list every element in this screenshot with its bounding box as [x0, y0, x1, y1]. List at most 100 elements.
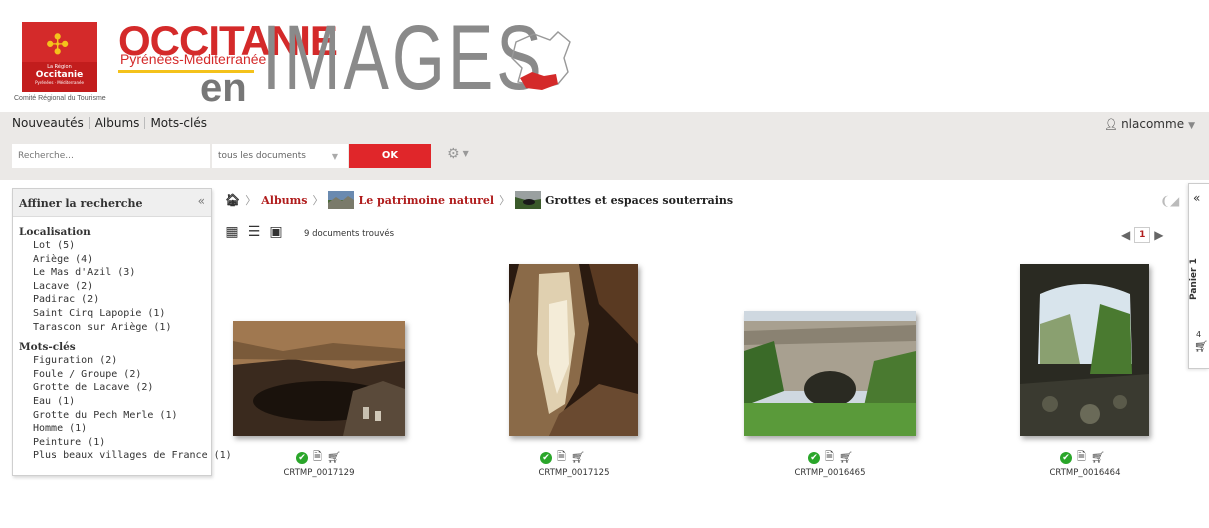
add-to-cart-icon[interactable]: 🛒︎	[571, 451, 585, 464]
chevron-right-icon: 〉	[245, 194, 257, 207]
facet-item[interactable]: Plus beaux villages de France (1)	[19, 449, 232, 463]
view-mode-toolbar: ▦ ☰ ▣	[224, 224, 284, 240]
emblem-line2: Occitanie	[35, 70, 84, 80]
emblem-line3: Pyrénées · Méditerranée	[35, 80, 84, 85]
facet-item[interactable]: Padirac (2)	[19, 293, 211, 307]
user-menu[interactable]: 👤︎ nlacomme ▼	[1104, 117, 1195, 131]
slideshow-icon[interactable]: ▣	[268, 224, 284, 240]
crt-label: Comité Régional du Tourisme	[14, 95, 106, 102]
document-actions: ✔ 🗎 🛒︎	[1060, 448, 1105, 467]
document-actions: ✔ 🗎 🛒︎	[808, 448, 853, 467]
document-info-icon[interactable]: 🗎	[1077, 448, 1086, 467]
document-id: CRTMP_0016465	[794, 468, 866, 478]
album-thumbnail	[328, 191, 355, 209]
collapse-panel-button[interactable]: «	[198, 194, 205, 208]
facet-title: Localisation	[19, 226, 91, 238]
check-icon: ✔	[1060, 451, 1072, 464]
document-actions: ✔ 🗎 🛒︎	[296, 448, 341, 467]
document-thumbnail[interactable]	[744, 311, 916, 436]
user-icon: 👤︎	[1104, 118, 1119, 131]
results-count: 9 documents trouvés	[304, 229, 395, 239]
document-id: CRTMP_0016464	[1049, 468, 1121, 478]
scope-value: tous les documents	[218, 151, 306, 161]
refine-search-title: Affiner la recherche	[19, 197, 143, 210]
chevron-down-icon: ▼	[462, 149, 469, 158]
facet-item[interactable]: Peinture (1)	[19, 436, 211, 450]
chevron-right-icon: 〉	[312, 194, 324, 207]
search-options-menu[interactable]: ⚙ ▼	[447, 146, 469, 162]
expand-cart-button[interactable]: «	[1193, 191, 1200, 205]
cave-photo	[233, 321, 405, 436]
facet-localisation: Localisation Lot (5) Ariège (4) Le Mas d…	[13, 225, 211, 334]
search-ok-button[interactable]: OK	[349, 144, 431, 168]
breadcrumb-current: Grottes et espaces souterrains	[545, 193, 734, 207]
document-id: CRTMP_0017129	[283, 468, 355, 478]
facet-item[interactable]: Lot (5)	[19, 239, 211, 253]
pagination: ◀ 1 ▶	[1121, 227, 1163, 243]
prev-page-icon[interactable]: ◀	[1121, 228, 1130, 242]
grid-view-icon[interactable]: ▦	[224, 224, 240, 240]
breadcrumb: 🏠︎ 〉 Albums 〉 Le patrimoine naturel 〉 Gr…	[225, 191, 733, 209]
nav-nouveautes[interactable]: Nouveautés	[12, 116, 84, 130]
facet-item[interactable]: Lacave (2)	[19, 280, 211, 294]
facet-item[interactable]: Grotte du Pech Merle (1)	[19, 409, 211, 423]
refine-search-header: Affiner la recherche «	[13, 189, 211, 217]
emblem-line1: La Région	[47, 64, 72, 70]
nav-albums[interactable]: Albums	[95, 116, 140, 130]
check-icon: ✔	[540, 451, 552, 464]
occitan-cross-icon: ✣	[46, 28, 70, 61]
facet-title: Mots-clés	[19, 341, 76, 354]
rss-icon[interactable]: ❨◢	[1160, 194, 1179, 208]
facet-item[interactable]: Eau (1)	[19, 395, 211, 409]
document-info-icon[interactable]: 🗎	[313, 448, 322, 467]
facet-item[interactable]: Homme (1)	[19, 422, 211, 436]
cart-icon: 🛒︎	[1194, 340, 1208, 353]
refine-search-panel: Affiner la recherche « Localisation Lot …	[12, 188, 232, 476]
facet-item[interactable]: Ariège (4)	[19, 253, 211, 267]
document-info-icon[interactable]: 🗎	[825, 448, 834, 467]
document-thumbnail[interactable]	[1020, 264, 1149, 436]
cart-count: 4	[1196, 330, 1202, 339]
scope-select[interactable]: tous les documents ▼	[212, 144, 348, 168]
check-icon: ✔	[296, 451, 308, 464]
cave-photo	[744, 311, 916, 436]
chevron-down-icon: ▼	[331, 152, 338, 161]
nav-bar: NouveautésAlbumsMots-clés 👤︎nlacomme▼ to…	[0, 112, 1209, 180]
current-page[interactable]: 1	[1134, 227, 1151, 243]
add-to-cart-icon[interactable]: 🛒︎	[327, 451, 341, 464]
chevron-right-icon: 〉	[499, 194, 511, 207]
facet-item[interactable]: Figuration (2)	[19, 354, 211, 368]
check-icon: ✔	[808, 451, 820, 464]
list-view-icon[interactable]: ☰	[246, 224, 262, 240]
region-emblem-logo: ✣ La Région Occitanie Pyrénées · Méditer…	[22, 22, 97, 92]
document-info-icon[interactable]: 🗎	[557, 448, 566, 467]
cart-panel-tab[interactable]: « Panier 1 4 🛒︎	[1188, 183, 1209, 369]
france-map-icon	[511, 31, 571, 90]
username: nlacomme	[1121, 117, 1185, 131]
cart-label: Panier 1	[1189, 258, 1199, 300]
brand-en: en	[200, 66, 247, 110]
facet-item[interactable]: Grotte de Lacave (2)	[19, 381, 211, 395]
search-input[interactable]	[12, 144, 210, 168]
header: ✣ La Région Occitanie Pyrénées · Méditer…	[0, 0, 1209, 112]
facet-item[interactable]: Tarascon sur Ariège (1)	[19, 321, 211, 335]
facet-item[interactable]: Saint Cirq Lapopie (1)	[19, 307, 211, 321]
cave-photo	[509, 264, 638, 436]
add-to-cart-icon[interactable]: 🛒︎	[839, 451, 853, 464]
home-icon[interactable]: 🏠︎	[225, 193, 240, 207]
brand-subtitle: Pyrénées-Méditerranée	[120, 51, 267, 67]
document-thumbnail[interactable]	[233, 321, 405, 436]
next-page-icon[interactable]: ▶	[1154, 228, 1163, 242]
chevron-down-icon: ▼	[1188, 121, 1195, 131]
document-thumbnail[interactable]	[509, 264, 638, 436]
document-id: CRTMP_0017125	[538, 468, 610, 478]
breadcrumb-albums[interactable]: Albums	[261, 194, 307, 207]
add-to-cart-icon[interactable]: 🛒︎	[1091, 451, 1105, 464]
facet-item[interactable]: Le Mas d'Azil (3)	[19, 266, 211, 280]
main-nav: Nouveautés Albums Mots-clés	[12, 116, 207, 130]
album-thumbnail	[515, 191, 542, 209]
cave-photo	[1020, 264, 1149, 436]
nav-mots-cles[interactable]: Mots-clés	[150, 116, 207, 130]
facet-item[interactable]: Foule / Groupe (2)	[19, 368, 211, 382]
breadcrumb-album[interactable]: Le patrimoine naturel	[358, 194, 494, 207]
